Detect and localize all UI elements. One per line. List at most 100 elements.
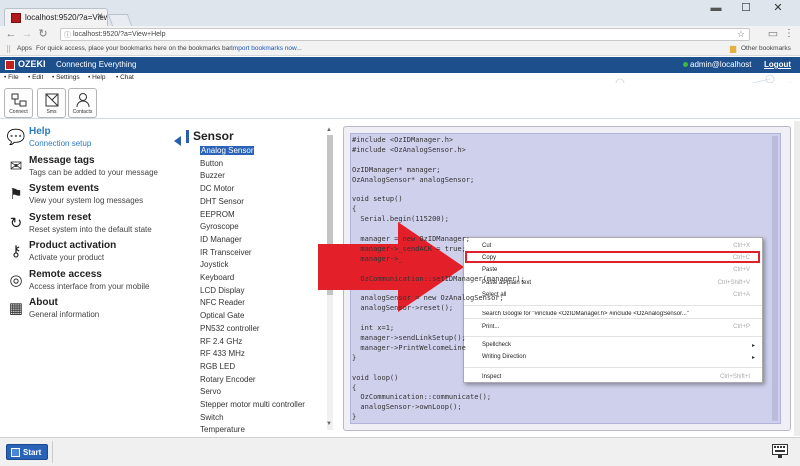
connect-label: Connect <box>9 109 28 115</box>
new-tab-button[interactable] <box>107 14 133 26</box>
left-item-remote-access[interactable]: ◎ Remote access Access interface from your… <box>6 269 178 297</box>
sensor-item[interactable]: IR Transceiver <box>200 248 252 257</box>
context-item-search[interactable]: Search Google for "#include <OzIDManager… <box>482 311 742 317</box>
sensor-item[interactable]: Rotary Encoder <box>200 375 256 384</box>
sensor-item[interactable]: Gyroscope <box>200 222 239 231</box>
sensor-item[interactable]: Button <box>200 159 223 168</box>
connect-button[interactable]: Connect <box>4 88 33 118</box>
left-item-subtitle: Connection setup <box>29 139 92 148</box>
left-item-subtitle: Reset system into the default state <box>29 224 152 234</box>
close-window-icon[interactable]: ✕ <box>764 0 792 18</box>
menu-separator <box>464 336 762 337</box>
code-line: void setup() <box>352 195 403 204</box>
address-bar[interactable]: ⓘ localhost:9520/?a=View+Help ☆ <box>60 28 750 41</box>
sensor-item[interactable]: DHT Sensor <box>200 197 244 206</box>
app-toolbar: Connect Sms Contacts <box>0 83 800 119</box>
context-item-copy[interactable]: Copy <box>482 255 496 261</box>
left-item-help[interactable]: 💬 Help Connection setup <box>6 126 178 154</box>
page-scrollbar[interactable] <box>794 121 800 436</box>
sensor-item[interactable]: NFC Reader <box>200 298 245 307</box>
sensor-item[interactable]: Servo <box>200 387 221 396</box>
code-line: int x=1; <box>352 324 395 333</box>
left-item-about[interactable]: ▦ About General information <box>6 297 178 325</box>
maximize-icon[interactable]: ☐ <box>732 0 760 18</box>
code-scrollbar[interactable] <box>772 136 778 421</box>
sensor-item[interactable]: Buzzer <box>200 171 225 180</box>
menu-file-label: File <box>8 74 19 81</box>
sensor-item[interactable]: RF 2.4 GHz <box>200 337 242 346</box>
brand-logo[interactable]: OZEKI <box>5 59 46 71</box>
code-line: void loop() <box>352 373 399 382</box>
sensor-item[interactable]: EEPROM <box>200 210 235 219</box>
menu-separator <box>464 367 762 368</box>
cast-icon[interactable]: ▭ <box>766 27 780 41</box>
bookmarks-hint: For quick access, place your bookmarks h… <box>36 45 233 52</box>
sensor-item[interactable]: Switch <box>200 413 224 422</box>
sensor-item[interactable]: DC Motor <box>200 184 234 193</box>
close-tab-icon[interactable]: × <box>97 11 103 22</box>
menu-file[interactable]: • File <box>4 74 19 81</box>
menu-settings-label: Settings <box>56 74 80 81</box>
sensor-item[interactable]: PN532 controller <box>200 324 260 333</box>
key-icon: ⚷ <box>10 243 22 260</box>
scroll-up-icon[interactable]: ▲ <box>326 127 332 133</box>
context-item-print[interactable]: Print... <box>482 324 499 330</box>
other-bookmarks[interactable]: Other bookmarks <box>741 45 791 52</box>
sensor-item[interactable]: Optical Gate <box>200 311 244 320</box>
user-label: admin@localhost <box>690 60 752 69</box>
context-item-spellcheck[interactable]: Spellcheck <box>482 342 511 348</box>
left-item-subtitle: General information <box>29 310 100 319</box>
flag-icon: ⚑ <box>9 186 23 203</box>
contacts-button[interactable]: Contacts <box>68 88 97 118</box>
sensor-item[interactable]: Stepper motor multi controller <box>200 400 305 409</box>
sensor-item[interactable]: Analog Sensor <box>200 146 255 155</box>
menu-settings[interactable]: • Settings <box>52 74 80 81</box>
code-line: } <box>352 353 357 362</box>
menu-help[interactable]: • Help <box>88 74 105 81</box>
apps-icon[interactable]: ⣿ <box>6 45 11 53</box>
reload-icon[interactable]: ↻ <box>36 27 50 41</box>
back-icon[interactable]: ← <box>4 27 18 41</box>
left-item-subtitle: Activate your product <box>29 253 105 262</box>
menu-edit[interactable]: • Edit <box>28 74 43 81</box>
context-shortcut: Ctrl+X <box>733 243 750 249</box>
context-item-writing[interactable]: Writing Direction <box>482 354 526 360</box>
left-item-system-events[interactable]: ⚑ System events View your system log messa… <box>6 183 178 211</box>
browser-menu-icon[interactable]: ⋮ <box>784 28 794 39</box>
context-item-paste[interactable]: Paste as plain text <box>482 280 531 286</box>
menu-chat[interactable]: • Chat <box>116 74 134 81</box>
left-item-product-activation[interactable]: ⚷ Product activation Activate your product <box>6 240 178 268</box>
sensor-item[interactable]: RGB LED <box>200 362 235 371</box>
import-bookmarks-link[interactable]: Import bookmarks now... <box>231 45 302 52</box>
forward-icon[interactable]: → <box>20 27 34 41</box>
taskbar-divider <box>52 441 53 463</box>
left-item-system-reset[interactable]: ↻ System reset Reset system into the defau… <box>6 212 178 240</box>
code-line: manager->PrintWelcomeLine <box>352 343 466 352</box>
star-icon[interactable]: ☆ <box>737 29 745 40</box>
left-item-message-tags[interactable]: ✉ Message tags Tags can be added to your m… <box>6 155 178 183</box>
submenu-arrow-icon: ▸ <box>752 355 756 361</box>
sensor-item[interactable]: Temperature <box>200 425 245 434</box>
keyboard-icon[interactable] <box>772 444 788 458</box>
minimize-icon[interactable]: ▬ <box>702 0 730 18</box>
start-button[interactable]: Start <box>6 444 48 460</box>
browser-tab[interactable]: localhost:9520/?a=View+Help × <box>4 8 108 26</box>
code-line: manager = new OzIDManager; <box>352 235 471 243</box>
sms-button[interactable]: Sms <box>37 88 66 118</box>
context-item-select[interactable]: Select all <box>482 292 506 298</box>
sensor-item[interactable]: Keyboard <box>200 273 234 282</box>
app-header: OZEKI Connecting Everything admin@localh… <box>0 57 800 73</box>
sensor-item[interactable]: Joystick <box>200 260 228 269</box>
apps-link[interactable]: Apps <box>17 45 32 52</box>
scroll-down-icon[interactable]: ▼ <box>326 421 332 427</box>
logout-link[interactable]: Logout <box>764 60 791 69</box>
sensor-item[interactable]: ID Manager <box>200 235 242 244</box>
sensor-item[interactable]: RF 433 MHz <box>200 349 245 358</box>
sms-icon <box>45 93 58 107</box>
sensor-item[interactable]: LCD Display <box>200 286 244 295</box>
left-item-subtitle: Tags can be added to your message <box>29 167 158 177</box>
online-status-icon <box>683 62 688 67</box>
context-item-paste[interactable]: Paste <box>482 267 497 273</box>
context-item-inspect[interactable]: Inspect <box>482 374 501 380</box>
context-item-cut[interactable]: Cut <box>482 243 491 249</box>
